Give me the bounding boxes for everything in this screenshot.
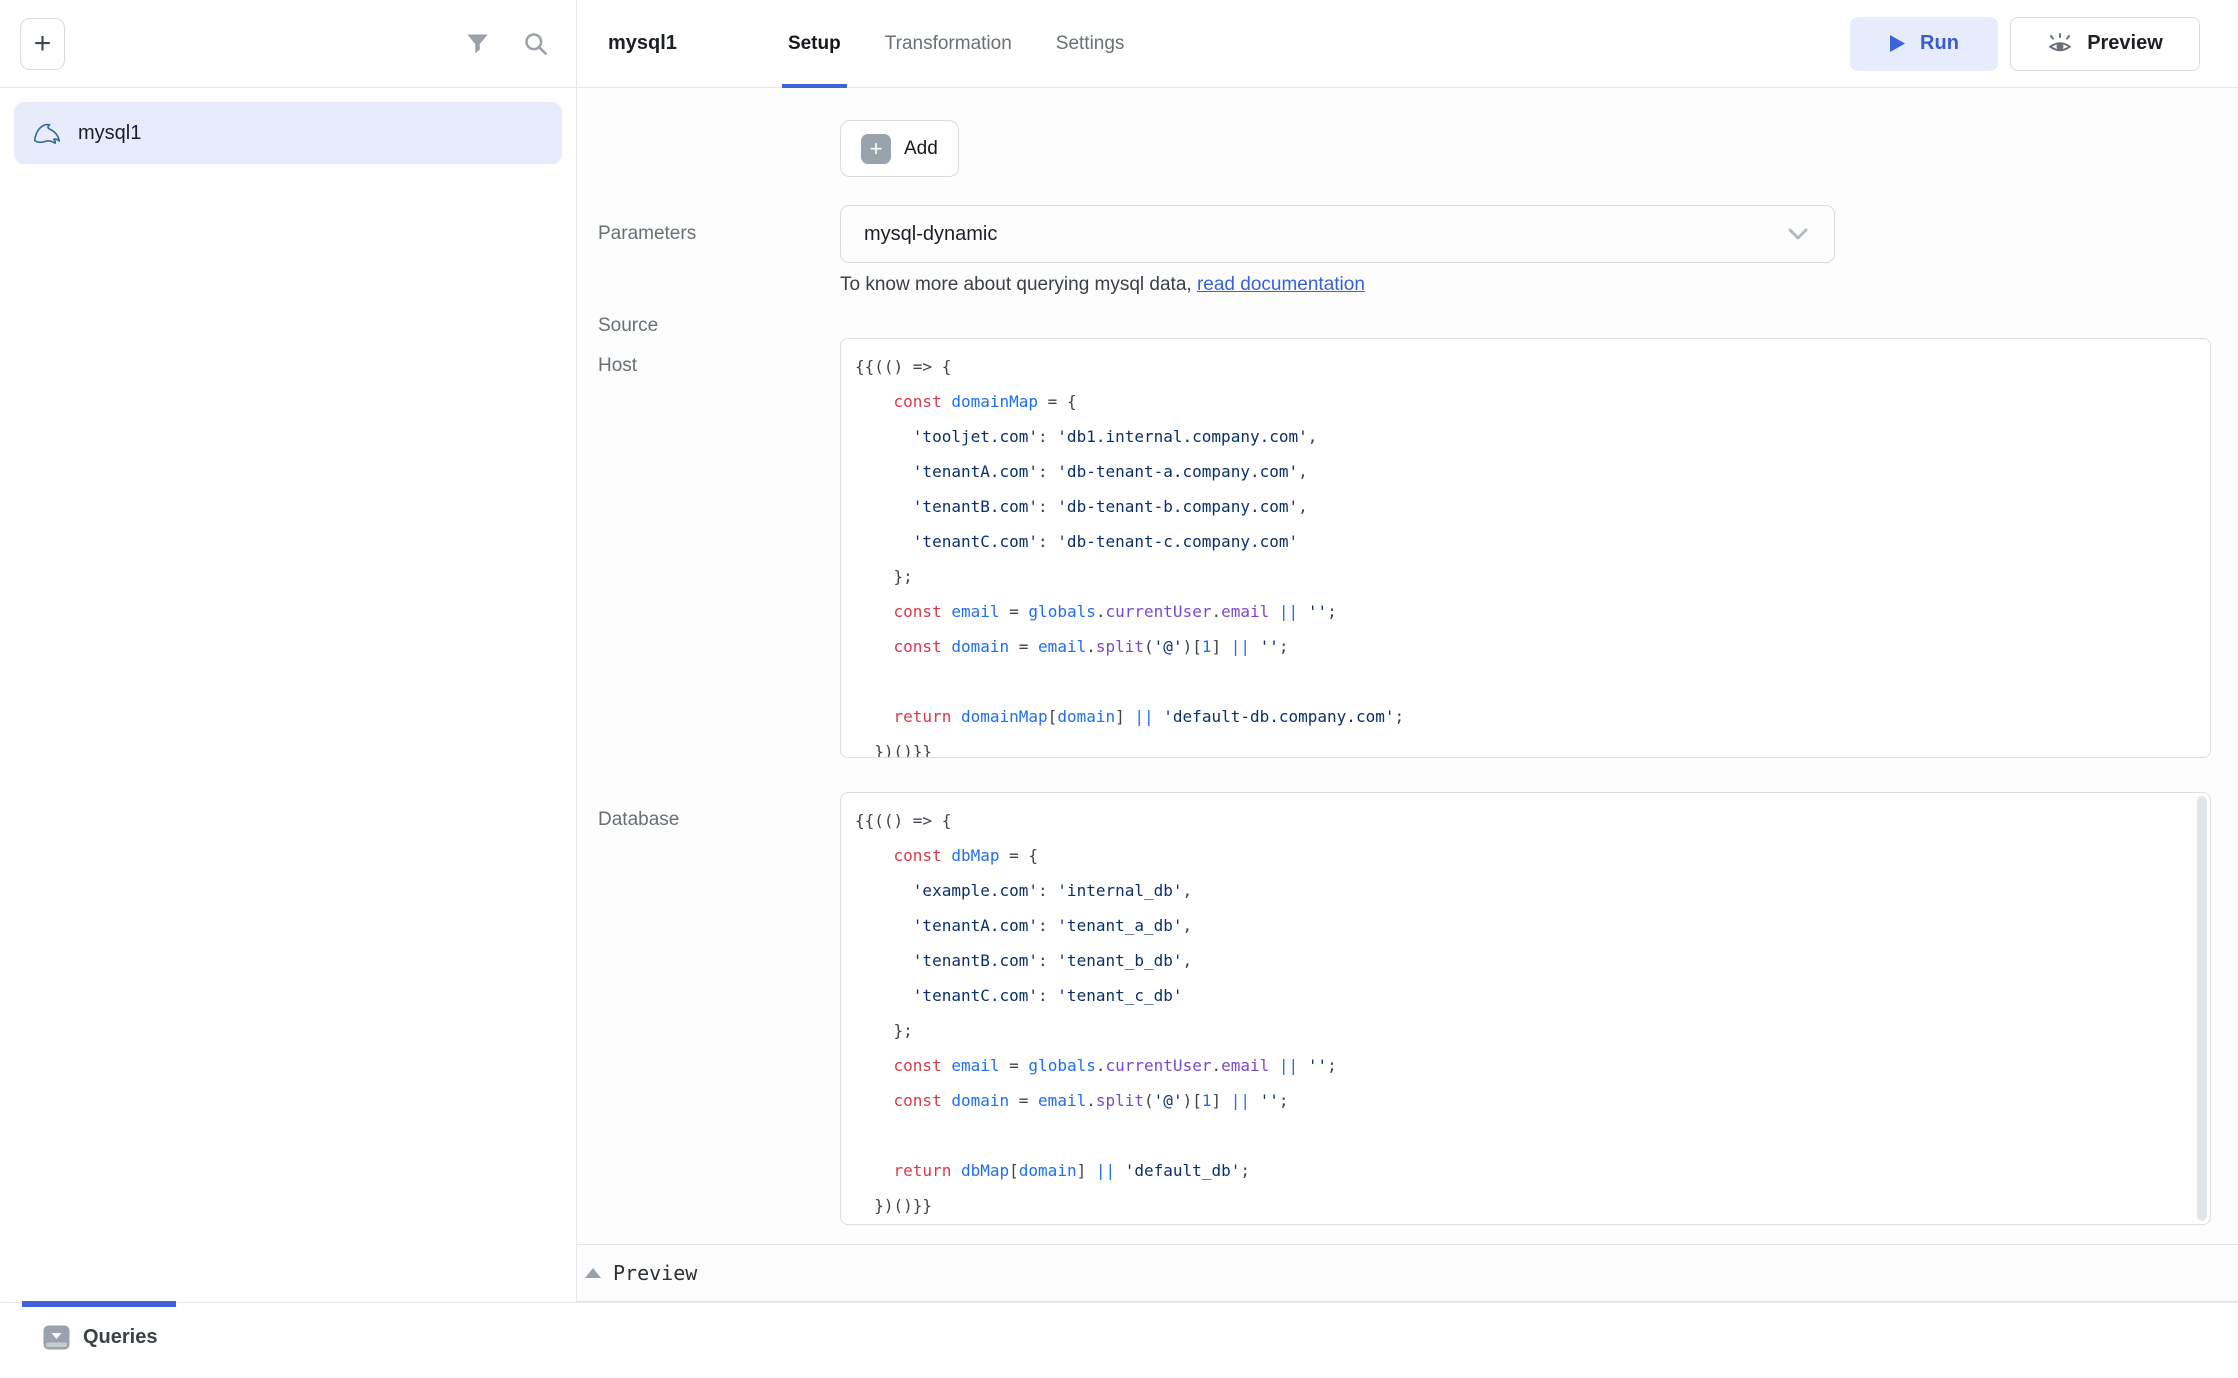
chevron-down-icon — [1788, 228, 1808, 240]
run-button[interactable]: Run — [1850, 17, 1998, 71]
query-list-panel: + mysql1 — [0, 0, 577, 1302]
database-code-editor[interactable]: {{(() => { const dbMap = { 'example.com'… — [840, 792, 2211, 1225]
tab-setup[interactable]: Setup — [782, 0, 847, 88]
tab-settings[interactable]: Settings — [1050, 0, 1131, 88]
header-actions: Run Preview — [1850, 17, 2200, 71]
tab-transformation[interactable]: Transformation — [879, 0, 1018, 88]
host-label: Host — [598, 355, 828, 377]
queries-panel-tab[interactable]: Queries — [43, 1325, 157, 1350]
query-list-header: + — [0, 0, 576, 88]
queries-tab-active-indicator — [22, 1301, 176, 1307]
search-button[interactable] — [518, 27, 552, 61]
source-select-value: mysql-dynamic — [864, 223, 997, 246]
queries-tab-label: Queries — [83, 1326, 157, 1349]
filter-icon — [464, 30, 491, 57]
preview-section-label: Preview — [613, 1261, 697, 1285]
plus-square-icon: + — [861, 134, 891, 164]
queries-tray-icon — [43, 1325, 70, 1350]
add-parameter-button[interactable]: + Add — [840, 120, 959, 177]
search-icon — [522, 30, 549, 57]
preview-button[interactable]: Preview — [2010, 17, 2200, 71]
source-select[interactable]: mysql-dynamic — [840, 205, 1835, 263]
source-label: Source — [598, 315, 828, 337]
database-label: Database — [598, 809, 828, 831]
read-documentation-link[interactable]: read documentation — [1197, 274, 1365, 295]
plus-icon: + — [34, 27, 52, 61]
database-editor-scrollbar[interactable] — [2197, 796, 2207, 1221]
editor-tabs: Setup Transformation Settings — [782, 0, 1163, 88]
query-editor-header: mysql1 Setup Transformation Settings Run… — [577, 0, 2238, 88]
bottom-panel-bar: Queries — [0, 1302, 2238, 1378]
filter-button[interactable] — [460, 27, 494, 61]
preview-section-toggle[interactable]: Preview — [577, 1244, 2238, 1302]
query-title: mysql1 — [608, 32, 677, 55]
query-list-item-mysql1[interactable]: mysql1 — [14, 102, 562, 164]
query-list: mysql1 — [0, 88, 576, 178]
parameters-label: Parameters — [598, 223, 828, 245]
documentation-hint: To know more about querying mysql data, … — [840, 274, 1365, 296]
host-code-editor[interactable]: {{(() => { const domainMap = { 'tooljet.… — [840, 338, 2211, 758]
add-query-button[interactable]: + — [20, 18, 65, 70]
play-icon — [1889, 34, 1906, 53]
collapse-up-icon — [585, 1268, 601, 1278]
eye-icon — [2047, 31, 2073, 57]
mysql-icon — [32, 118, 62, 148]
setup-tab-panel: Parameters + Add Source mysql-dynamic To… — [577, 88, 2238, 1302]
query-item-label: mysql1 — [78, 122, 141, 145]
